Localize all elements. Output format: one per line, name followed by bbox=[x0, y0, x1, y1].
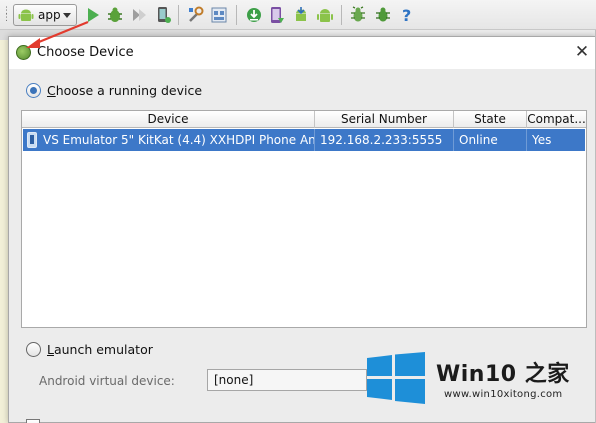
table-header: Device Serial Number State Compat... bbox=[22, 111, 586, 128]
column-header-device[interactable]: Device bbox=[22, 111, 315, 128]
toolbar-separator bbox=[236, 5, 237, 25]
help-icon[interactable]: ? bbox=[398, 6, 416, 24]
sdk-icon[interactable] bbox=[292, 6, 310, 24]
close-icon[interactable]: ✕ bbox=[573, 43, 591, 61]
svg-text:?: ? bbox=[402, 6, 411, 24]
device-monitor-icon[interactable] bbox=[154, 6, 172, 24]
windows-logo-icon bbox=[367, 352, 425, 404]
device-name: VS Emulator 5" KitKat (4.4) XXHDPI Phone… bbox=[43, 133, 315, 147]
project-structure-icon[interactable] bbox=[187, 6, 205, 24]
launch-emulator-radio[interactable] bbox=[26, 342, 41, 357]
avd-manager-icon[interactable] bbox=[268, 6, 286, 24]
phone-icon bbox=[27, 132, 37, 148]
debug-bug-icon[interactable] bbox=[349, 6, 367, 24]
use-same-device-checkbox[interactable] bbox=[26, 419, 40, 423]
state-cell: Online bbox=[454, 129, 527, 151]
avd-field-label: Android virtual device: bbox=[39, 374, 175, 388]
choose-running-device-label[interactable]: Choose a running device bbox=[47, 83, 202, 98]
launch-emulator-label[interactable]: Launch emulator bbox=[47, 342, 153, 357]
sync-gradle-icon[interactable] bbox=[245, 6, 263, 24]
sdk-manager-icon[interactable] bbox=[210, 6, 228, 24]
toolbar-separator bbox=[178, 5, 179, 25]
win10-watermark: Win10 之家 www.win10xitong.com bbox=[360, 342, 594, 408]
android-icon[interactable] bbox=[316, 6, 334, 24]
column-header-state[interactable]: State bbox=[454, 111, 527, 128]
avd-combo[interactable]: [none] bbox=[207, 369, 367, 391]
device-table: Device Serial Number State Compat... VS … bbox=[21, 110, 587, 328]
device-cell: VS Emulator 5" KitKat (4.4) XXHDPI Phone… bbox=[23, 129, 315, 151]
compat-cell: Yes bbox=[532, 133, 552, 147]
debug-bug-icon[interactable] bbox=[374, 6, 392, 24]
column-header-compat[interactable]: Compat... bbox=[527, 111, 586, 128]
serial-cell: 192.168.2.233:5555 bbox=[315, 129, 454, 151]
choose-running-device-radio[interactable] bbox=[26, 83, 41, 98]
attach-debugger-icon[interactable] bbox=[130, 6, 148, 24]
watermark-title: Win10 之家 bbox=[436, 362, 570, 387]
annotation-arrow bbox=[26, 20, 89, 48]
column-header-serial[interactable]: Serial Number bbox=[315, 111, 454, 128]
watermark-url: www.win10xitong.com bbox=[444, 389, 563, 400]
table-row[interactable]: VS Emulator 5" KitKat (4.4) XXHDPI Phone… bbox=[23, 129, 585, 151]
toolbar-separator bbox=[341, 5, 342, 25]
